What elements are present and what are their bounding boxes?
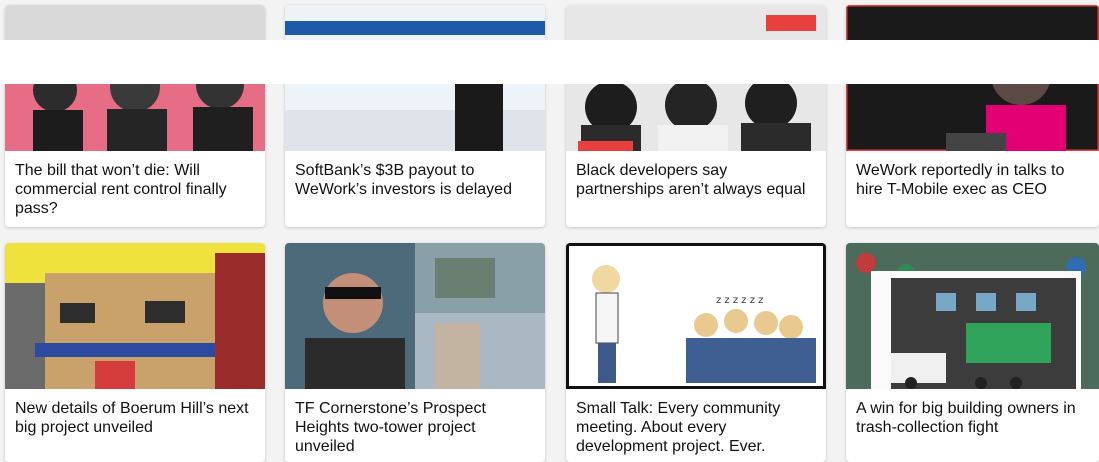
article-thumbnail[interactable]	[846, 243, 1099, 389]
article-card[interactable]: SoftBank’s $3B payout to WeWork’s invest…	[285, 5, 545, 227]
article-title[interactable]: Small Talk: Every community meeting. Abo…	[566, 389, 826, 462]
article-card[interactable]: WeWork reportedly in talks to hire T-Mob…	[846, 5, 1099, 227]
article-card[interactable]: TF Cornerstone’s Prospect Heights two-to…	[285, 243, 545, 462]
article-title[interactable]: TF Cornerstone’s Prospect Heights two-to…	[285, 389, 545, 462]
overlay-band	[0, 40, 1099, 84]
article-title[interactable]: The bill that won’t die: Will commercial…	[5, 151, 265, 227]
article-title[interactable]: WeWork reportedly in talks to hire T-Mob…	[846, 151, 1099, 211]
article-title[interactable]: A win for big building owners in trash-c…	[846, 389, 1099, 449]
article-card[interactable]: The bill that won’t die: Will commercial…	[5, 5, 265, 227]
article-thumbnail[interactable]	[285, 243, 545, 389]
article-thumbnail[interactable]: z z z z z z	[566, 243, 826, 389]
article-title[interactable]: New details of Boerum Hill’s next big pr…	[5, 389, 265, 449]
svg-text:z z z z z z: z z z z z z	[716, 295, 763, 306]
article-card[interactable]: z z z z z z Small Talk: Every community …	[566, 243, 826, 462]
article-title[interactable]: SoftBank’s $3B payout to WeWork’s invest…	[285, 151, 545, 211]
article-card[interactable]: Black developers say partnerships aren’t…	[566, 5, 826, 227]
article-title[interactable]: Black developers say partnerships aren’t…	[566, 151, 826, 211]
article-grid: The bill that won’t die: Will commercial…	[0, 0, 1099, 462]
article-thumbnail[interactable]	[5, 243, 265, 389]
article-card[interactable]: A win for big building owners in trash-c…	[846, 243, 1099, 462]
article-card[interactable]: New details of Boerum Hill’s next big pr…	[5, 243, 265, 462]
